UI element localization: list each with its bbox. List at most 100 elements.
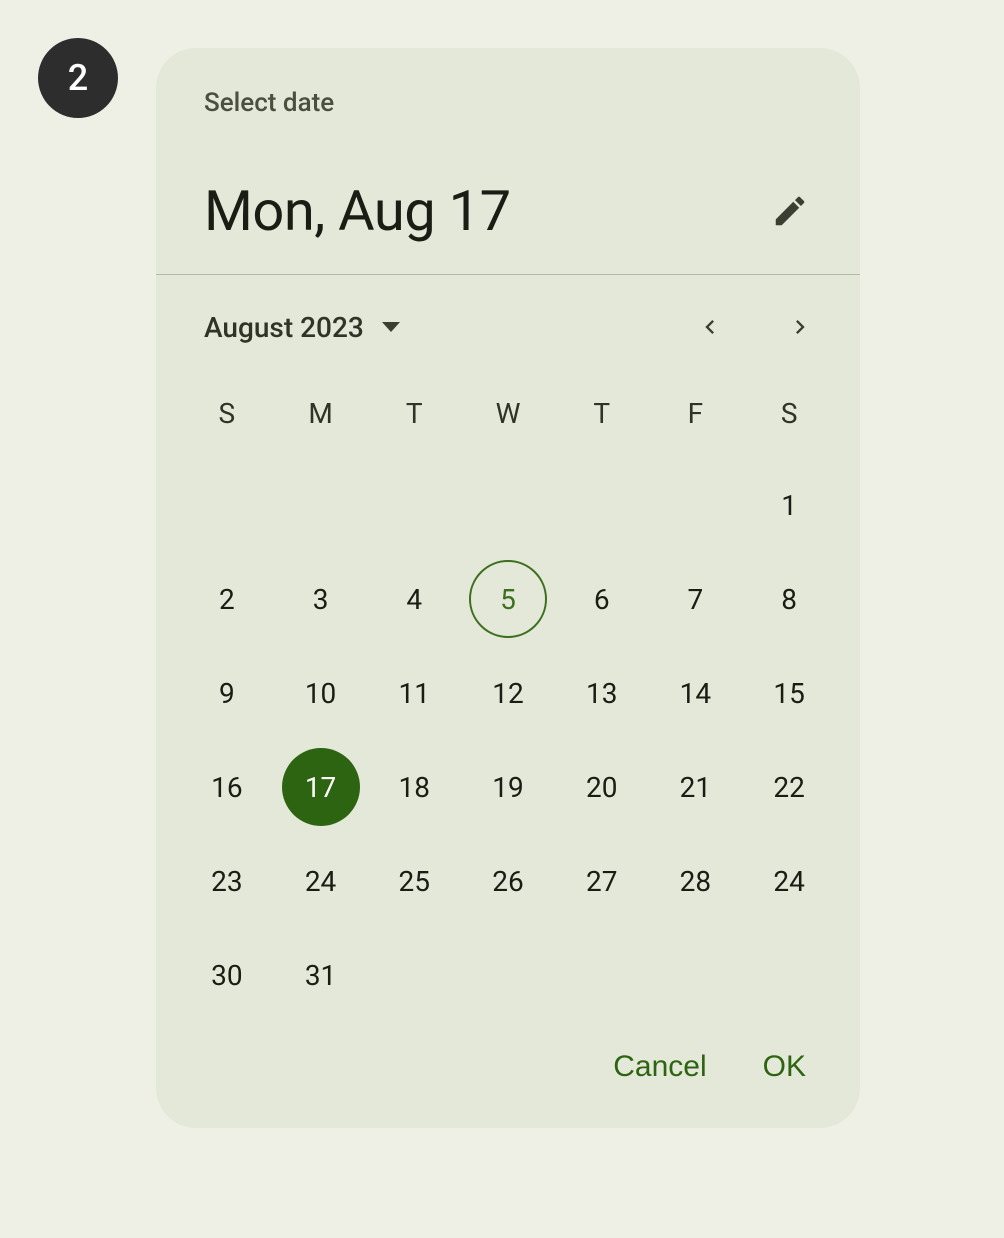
calendar-day[interactable]: 31: [282, 936, 360, 1014]
calendar-grid: SMTWTFS 12345678910111213141516171819202…: [156, 369, 860, 1024]
weekday-label: S: [742, 381, 836, 446]
calendar-day[interactable]: 26: [469, 842, 547, 920]
calendar-day[interactable]: 16: [188, 748, 266, 826]
day-cell: 26: [461, 842, 555, 920]
calendar-day[interactable]: 19: [469, 748, 547, 826]
weekday-label: T: [367, 381, 461, 446]
day-cell: [555, 936, 649, 1014]
calendar-day[interactable]: 24: [750, 842, 828, 920]
day-cell: 5: [461, 560, 555, 638]
day-cell: 12: [461, 654, 555, 732]
header-date-row: Mon, Aug 17: [204, 178, 812, 244]
day-cell: 20: [555, 748, 649, 826]
weekday-header-row: SMTWTFS: [180, 381, 836, 446]
chevron-left-icon: [696, 313, 724, 341]
day-cell: [180, 466, 274, 544]
calendar-day[interactable]: 14: [656, 654, 734, 732]
day-cell: 4: [367, 560, 461, 638]
calendar-day[interactable]: 5: [469, 560, 547, 638]
calendar-day[interactable]: 18: [375, 748, 453, 826]
cancel-button[interactable]: Cancel: [613, 1050, 706, 1084]
calendar-day[interactable]: 8: [750, 560, 828, 638]
calendar-day[interactable]: 22: [750, 748, 828, 826]
day-cell: 28: [649, 842, 743, 920]
day-cell: 17: [274, 748, 368, 826]
calendar-day[interactable]: 11: [375, 654, 453, 732]
chevron-down-icon: [382, 322, 400, 332]
day-cell: 18: [367, 748, 461, 826]
day-cell: 23: [180, 842, 274, 920]
edit-icon[interactable]: [768, 189, 812, 233]
selected-date-label: Mon, Aug 17: [204, 178, 511, 244]
calendar-day[interactable]: 25: [375, 842, 453, 920]
step-badge: 2: [38, 38, 118, 118]
calendar-day[interactable]: 13: [563, 654, 641, 732]
day-cell: 25: [367, 842, 461, 920]
date-picker-header: Select date Mon, Aug 17: [156, 48, 860, 274]
calendar-day[interactable]: 1: [750, 466, 828, 544]
calendar-day[interactable]: 15: [750, 654, 828, 732]
header-title: Select date: [204, 88, 812, 118]
day-cell: 2: [180, 560, 274, 638]
calendar-day[interactable]: 2: [188, 560, 266, 638]
day-cell: 6: [555, 560, 649, 638]
calendar-day[interactable]: 27: [563, 842, 641, 920]
weekday-label: M: [274, 381, 368, 446]
day-cell: 22: [742, 748, 836, 826]
day-cell: 15: [742, 654, 836, 732]
calendar-day[interactable]: 28: [656, 842, 734, 920]
day-cell: 7: [649, 560, 743, 638]
previous-month-button[interactable]: [686, 303, 734, 351]
day-cell: [274, 466, 368, 544]
day-cell: 8: [742, 560, 836, 638]
nav-arrows: [686, 303, 824, 351]
weekday-label: S: [180, 381, 274, 446]
day-cell: [742, 936, 836, 1014]
day-cell: [555, 466, 649, 544]
calendar-day[interactable]: 17: [282, 748, 360, 826]
weekday-label: W: [461, 381, 555, 446]
day-cell: 14: [649, 654, 743, 732]
calendar-day[interactable]: 12: [469, 654, 547, 732]
weekday-label: F: [649, 381, 743, 446]
calendar-day[interactable]: 4: [375, 560, 453, 638]
day-cell: 3: [274, 560, 368, 638]
weekday-label: T: [555, 381, 649, 446]
calendar-day[interactable]: 10: [282, 654, 360, 732]
day-cell: 21: [649, 748, 743, 826]
dialog-actions: Cancel OK: [156, 1024, 860, 1128]
chevron-right-icon: [786, 313, 814, 341]
day-cell: 31: [274, 936, 368, 1014]
day-cell: [461, 466, 555, 544]
day-cell: [461, 936, 555, 1014]
next-month-button[interactable]: [776, 303, 824, 351]
day-cell: 24: [274, 842, 368, 920]
day-cell: 11: [367, 654, 461, 732]
month-navigation: August 2023: [156, 275, 860, 369]
calendar-day[interactable]: 21: [656, 748, 734, 826]
calendar-day[interactable]: 6: [563, 560, 641, 638]
day-cell: 10: [274, 654, 368, 732]
day-cell: 1: [742, 466, 836, 544]
day-cell: [367, 936, 461, 1014]
day-cell: 30: [180, 936, 274, 1014]
ok-button[interactable]: OK: [763, 1050, 806, 1084]
month-label: August 2023: [204, 311, 364, 344]
day-cell: [367, 466, 461, 544]
calendar-day[interactable]: 24: [282, 842, 360, 920]
day-cell: [649, 466, 743, 544]
calendar-day[interactable]: 20: [563, 748, 641, 826]
date-picker-dialog: Select date Mon, Aug 17 August 2023: [156, 48, 860, 1128]
day-cell: 16: [180, 748, 274, 826]
calendar-day[interactable]: 3: [282, 560, 360, 638]
calendar-day[interactable]: 7: [656, 560, 734, 638]
day-cell: 24: [742, 842, 836, 920]
month-selector[interactable]: August 2023: [204, 311, 400, 344]
day-cell: 13: [555, 654, 649, 732]
days-grid: 1234567891011121314151617181920212223242…: [180, 466, 836, 1014]
calendar-day[interactable]: 23: [188, 842, 266, 920]
day-cell: 27: [555, 842, 649, 920]
calendar-day[interactable]: 9: [188, 654, 266, 732]
day-cell: [649, 936, 743, 1014]
calendar-day[interactable]: 30: [188, 936, 266, 1014]
